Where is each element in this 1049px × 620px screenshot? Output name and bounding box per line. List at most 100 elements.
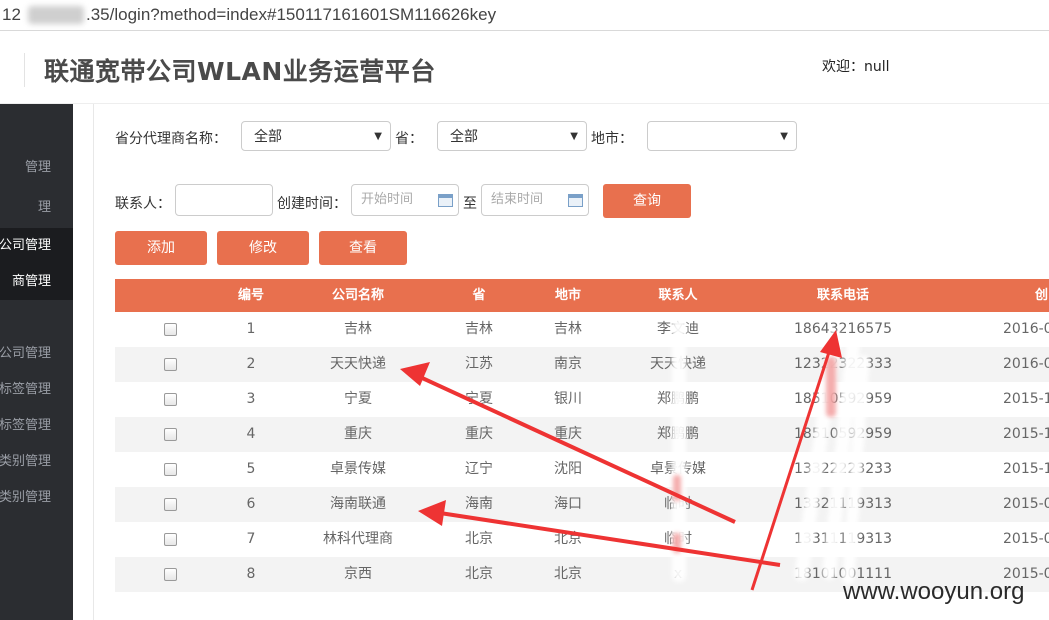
cell-city: 吉林 (554, 321, 582, 337)
sidebar-item[interactable]: 商公司管理 (0, 336, 73, 372)
app-title: 联通宽带公司WLAN业务运营平台 (44, 57, 436, 86)
chevron-down-icon: ▼ (374, 131, 382, 142)
row-checkbox[interactable] (164, 428, 177, 441)
cell-contact: 郑鹏鹏 (657, 391, 699, 407)
row-checkbox[interactable] (164, 463, 177, 476)
column-header-id[interactable]: 编号 (226, 279, 276, 312)
cell-company: 天天快递 (330, 356, 386, 372)
address-bar[interactable]: 12 .35/login?method=index#150117161601SM… (0, 0, 1049, 31)
contact-input[interactable] (175, 184, 273, 216)
row-checkbox[interactable] (164, 498, 177, 511)
row-checkbox[interactable] (164, 393, 177, 406)
app-header: 联通宽带公司WLAN业务运营平台 欢迎：null (0, 31, 1049, 104)
query-button[interactable]: 查询 (603, 184, 691, 218)
cell-province: 江苏 (465, 356, 493, 372)
sidebar-item[interactable]: 类别管理 (0, 444, 73, 480)
cell-phone: 18643216575 (794, 321, 892, 337)
cell-company: 京西 (344, 566, 372, 582)
cell-province: 北京 (465, 531, 493, 547)
cell-city: 重庆 (554, 426, 582, 442)
cell-created: 2015-0 (1003, 531, 1049, 547)
cell-id: 1 (246, 321, 256, 337)
cell-city: 银川 (554, 391, 582, 407)
table-row: 3 宁夏 宁夏 银川 郑鹏鹏 18510592959 2015-1 (115, 382, 1049, 417)
cell-province: 宁夏 (465, 391, 493, 407)
column-header-contact[interactable]: 联系人 (633, 279, 723, 312)
column-header-province[interactable]: 省 (454, 279, 504, 312)
column-header-company[interactable]: 公司名称 (308, 279, 408, 312)
agent-select[interactable]: 全部 ▼ (241, 121, 391, 151)
table-row: 7 林科代理商 北京 北京 临时 13311119313 2015-0 (115, 522, 1049, 557)
view-button[interactable]: 查看 (319, 231, 407, 265)
end-date-input[interactable]: 结束时间 (481, 184, 589, 216)
cell-id: 3 (246, 391, 256, 407)
cell-company: 宁夏 (344, 391, 372, 407)
cell-contact: 卓景传媒 (650, 461, 706, 477)
cell-id: 8 (246, 566, 256, 582)
to-label: 至 (463, 196, 477, 212)
table-row: 2 天天快递 江苏 南京 天天快递 12322322333 2016-0 (115, 347, 1049, 382)
sidebar-item-active[interactable]: 商管理 (0, 264, 73, 300)
table-row: 4 重庆 重庆 重庆 郑鹏鹏 18510592959 2015-1 (115, 417, 1049, 452)
row-checkbox[interactable] (164, 533, 177, 546)
edit-button[interactable]: 修改 (217, 231, 309, 265)
sidebar-item[interactable]: 理 (0, 190, 73, 226)
cell-city: 北京 (554, 566, 582, 582)
cell-phone: 13322223233 (794, 461, 892, 477)
row-checkbox[interactable] (164, 568, 177, 581)
cell-city: 南京 (554, 356, 582, 372)
province-label: 省： (395, 131, 423, 147)
table-row: 5 卓景传媒 辽宁 沈阳 卓景传媒 13322223233 2015-1 (115, 452, 1049, 487)
cell-province: 吉林 (465, 321, 493, 337)
row-checkbox[interactable] (164, 323, 177, 336)
cell-company: 林科代理商 (323, 531, 393, 547)
sidebar-item[interactable]: 标签管理 (0, 408, 73, 444)
column-header-city[interactable]: 地市 (543, 279, 593, 312)
city-select[interactable]: ▼ (647, 121, 797, 151)
cell-province: 重庆 (465, 426, 493, 442)
cell-city: 北京 (554, 531, 582, 547)
cell-id: 4 (246, 426, 256, 442)
sidebar-item-active[interactable]: 商公司管理 (0, 228, 73, 264)
cell-created: 2016-0 (1003, 356, 1049, 372)
cell-id: 7 (246, 531, 256, 547)
column-header-phone[interactable]: 联系电话 (783, 279, 903, 312)
cell-contact: 李文迪 (657, 321, 699, 337)
cell-city: 沈阳 (554, 461, 582, 477)
watermark: www.wooyun.org (843, 578, 1025, 605)
cell-city: 海口 (554, 496, 582, 512)
cell-id: 5 (246, 461, 256, 477)
row-checkbox[interactable] (164, 358, 177, 371)
column-header-created[interactable]: 创 (1035, 279, 1049, 312)
calendar-icon[interactable] (438, 194, 453, 207)
cell-phone: 18510592959 (794, 391, 892, 407)
sidebar-item[interactable]: 类别管理 (0, 480, 73, 516)
cell-contact: 临时 (664, 531, 692, 547)
cell-province: 海南 (465, 496, 493, 512)
cell-company: 卓景传媒 (330, 461, 386, 477)
cell-phone: 12322322333 (794, 356, 892, 372)
cell-company: 吉林 (344, 321, 372, 337)
cell-company: 重庆 (344, 426, 372, 442)
cell-created: 2015-0 (1003, 496, 1049, 512)
cell-contact: x (673, 566, 683, 582)
url-text: .35/login?method=index#150117161601SM116… (86, 5, 497, 24)
agent-label: 省分代理商名称： (115, 131, 227, 147)
cell-contact: 天天快递 (650, 356, 706, 372)
add-button[interactable]: 添加 (115, 231, 207, 265)
sidebar: 管理 理 商公司管理 商管理 商公司管理 标签管理 标签管理 类别管理 类别管理 (0, 104, 73, 620)
sidebar-item[interactable]: 标签管理 (0, 372, 73, 408)
header-divider (24, 53, 25, 87)
province-select[interactable]: 全部 ▼ (437, 121, 587, 151)
cell-phone: 13311119313 (794, 531, 892, 547)
city-label: 地市： (591, 131, 633, 147)
cell-created: 2015-1 (1003, 391, 1049, 407)
cell-company: 海南联通 (330, 496, 386, 512)
cell-created: 2016-0 (1003, 321, 1049, 337)
redacted-ip (28, 6, 84, 24)
sidebar-item[interactable]: 管理 (0, 150, 73, 186)
cell-created: 2015-1 (1003, 426, 1049, 442)
cell-province: 北京 (465, 566, 493, 582)
calendar-icon[interactable] (568, 194, 583, 207)
start-date-input[interactable]: 开始时间 (351, 184, 459, 216)
